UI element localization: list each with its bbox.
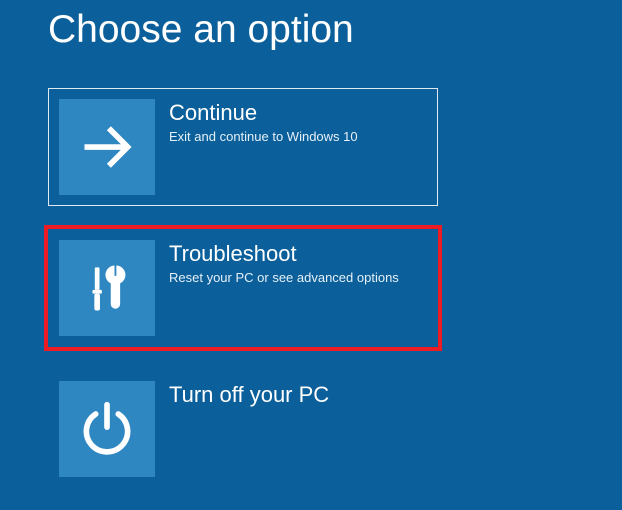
- arrow-right-icon: [59, 99, 155, 195]
- power-icon: [59, 381, 155, 477]
- option-description: Reset your PC or see advanced options: [169, 270, 399, 287]
- option-title: Turn off your PC: [169, 383, 329, 407]
- option-title: Troubleshoot: [169, 242, 399, 266]
- option-continue[interactable]: Continue Exit and continue to Windows 10: [48, 88, 438, 206]
- option-troubleshoot[interactable]: Troubleshoot Reset your PC or see advanc…: [48, 229, 438, 347]
- tools-icon: [59, 240, 155, 336]
- page-title: Choose an option: [48, 8, 622, 52]
- option-title: Continue: [169, 101, 358, 125]
- option-turn-off[interactable]: Turn off your PC: [48, 370, 438, 488]
- options-list: Continue Exit and continue to Windows 10…: [48, 88, 622, 488]
- option-description: Exit and continue to Windows 10: [169, 129, 358, 146]
